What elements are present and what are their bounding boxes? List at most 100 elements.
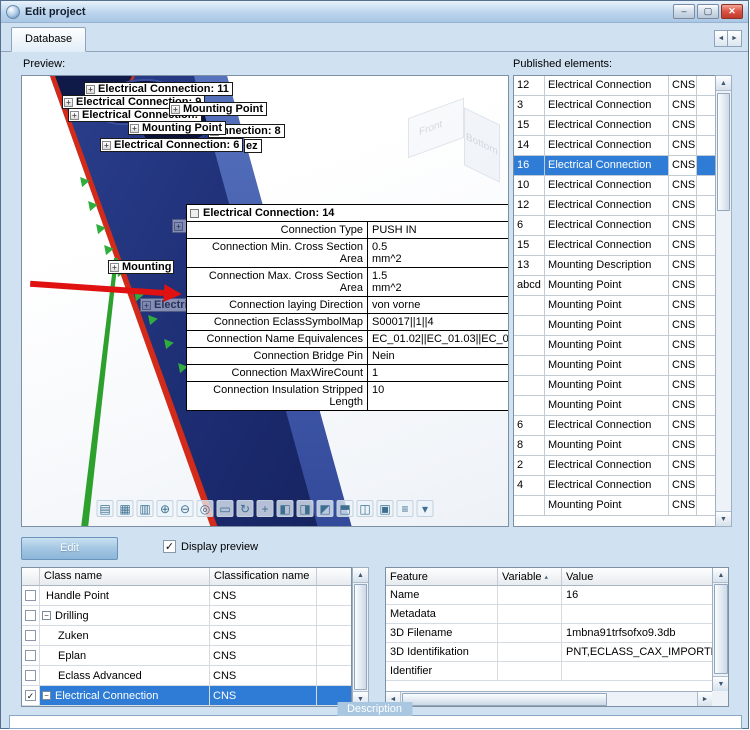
layers-panel-icon[interactable]: ▤ [96, 500, 114, 517]
class-checkbox-cell[interactable] [22, 666, 40, 685]
pan-view-icon[interactable]: + [256, 500, 274, 517]
collapse-icon[interactable]: − [42, 691, 51, 700]
edit-button[interactable]: Edit [21, 537, 118, 560]
published-element-row[interactable]: Mounting Point CNS [514, 376, 715, 396]
view-front-icon[interactable]: ◫ [356, 500, 374, 517]
feature-row[interactable]: 3D Identifikation PNT,ECLASS_CAX_IMPORTER… [386, 643, 712, 662]
published-element-row[interactable]: Mounting Point CNS [514, 496, 715, 516]
published-scrollbar[interactable]: ▲ ▼ [715, 75, 732, 527]
titlebar[interactable]: Edit project – ▢ ✕ [1, 1, 748, 23]
published-element-row[interactable]: 14 Electrical Connection CNS [514, 136, 715, 156]
tab-database[interactable]: Database [11, 27, 87, 52]
rotate-view-icon[interactable]: ↻ [236, 500, 254, 517]
view-iso-icon[interactable]: ◩ [316, 500, 334, 517]
published-element-row[interactable]: Mounting Point CNS [514, 356, 715, 376]
published-element-row[interactable]: 16 Electrical Connection CNS [514, 156, 715, 176]
scroll-thumb[interactable] [402, 693, 607, 706]
published-element-row[interactable]: 10 Electrical Connection CNS [514, 176, 715, 196]
minimize-icon[interactable]: – [673, 4, 695, 19]
feature-table-hscrollbar[interactable]: ◄ ► [386, 691, 712, 706]
class-checkbox-cell[interactable]: ✓ [22, 686, 40, 705]
class-row[interactable]: Eclass Advanced CNS [22, 666, 351, 686]
value-header[interactable]: Value [562, 568, 712, 586]
class-checkbox-cell[interactable] [22, 626, 40, 645]
scene-annotation-label[interactable]: + Mounting Point [169, 102, 268, 116]
feature-row[interactable]: Identifier [386, 662, 712, 681]
scroll-up-icon[interactable]: ▲ [353, 568, 368, 583]
checkbox-unchecked-icon[interactable] [25, 630, 36, 641]
published-element-row[interactable]: abcd Mounting Point CNS [514, 276, 715, 296]
published-element-row[interactable]: Mounting Point CNS [514, 316, 715, 336]
view-top-icon[interactable]: ⬒ [336, 500, 354, 517]
published-element-row[interactable]: 12 Electrical Connection CNS [514, 76, 715, 96]
maximize-icon[interactable]: ▢ [697, 4, 719, 19]
class-row[interactable]: Handle Point CNS [22, 586, 351, 606]
scene-annotation-label[interactable]: +Mounting De [108, 260, 174, 274]
tab-scroll-right-icon[interactable]: ► [728, 30, 742, 47]
class-table-scrollbar[interactable]: ▲ ▼ [352, 567, 369, 707]
class-checkbox-cell[interactable] [22, 646, 40, 665]
published-element-row[interactable]: 13 Mounting Description CNS [514, 256, 715, 276]
class-row[interactable]: Zuken CNS [22, 626, 351, 646]
published-element-row[interactable]: 15 Electrical Connection CNS [514, 236, 715, 256]
scroll-thumb[interactable] [354, 584, 367, 690]
scroll-up-icon[interactable]: ▲ [713, 568, 728, 583]
checkbox-unchecked-icon[interactable] [25, 590, 36, 601]
screenshot-icon[interactable]: ▣ [376, 500, 394, 517]
feature-table-vscrollbar[interactable]: ▲ ▼ [712, 568, 728, 691]
published-element-row[interactable]: 15 Electrical Connection CNS [514, 116, 715, 136]
more-options-icon[interactable]: ▾ [416, 500, 434, 517]
scene-annotation-label[interactable]: + Mounting Point [128, 121, 227, 135]
feature-row[interactable]: 3D Filename 1mbna91trfsofxo9.3db [386, 624, 712, 643]
checkbox-unchecked-icon[interactable] [25, 670, 36, 681]
published-element-row[interactable]: 3 Electrical Connection CNS [514, 96, 715, 116]
display-preview-checkbox[interactable]: ✓ Display preview [163, 540, 258, 553]
views-list-icon[interactable]: ▥ [136, 500, 154, 517]
class-row[interactable]: Eplan CNS [22, 646, 351, 666]
view-right-icon[interactable]: ◨ [296, 500, 314, 517]
zoom-fit-icon[interactable]: ◎ [196, 500, 214, 517]
class-row[interactable]: − Drilling CNS [22, 606, 351, 626]
checkbox-unchecked-icon[interactable] [25, 610, 36, 621]
scene-annotation-label[interactable]: + Electrical Connection: 6 [100, 138, 244, 152]
class-row[interactable]: ✓ − Electrical Connection CNS [22, 686, 351, 706]
class-name-header[interactable]: Class name [40, 568, 210, 586]
3d-preview-viewport[interactable]: Front Bottom + Electrical Connection: 11 +… [21, 75, 509, 527]
zoom-in-icon[interactable]: ⊕ [156, 500, 174, 517]
published-element-row[interactable]: 2 Electrical Connection CNS [514, 456, 715, 476]
scroll-down-icon[interactable]: ▼ [716, 511, 731, 526]
description-box[interactable] [9, 715, 742, 729]
checkbox-check-icon[interactable]: ✓ [163, 540, 176, 553]
display-options-icon[interactable]: ≡ [396, 500, 414, 517]
collapse-icon[interactable]: − [42, 611, 51, 620]
checkbox-checked-icon[interactable]: ✓ [25, 690, 36, 701]
published-element-row[interactable]: 4 Electrical Connection CNS [514, 476, 715, 496]
scroll-thumb[interactable] [717, 93, 730, 211]
zoom-out-icon[interactable]: ⊖ [176, 500, 194, 517]
scene-annotation-label[interactable]: + Electrical Connection: 11 [84, 82, 233, 96]
classification-name-header[interactable]: Classification name [210, 568, 317, 586]
model-tree-icon[interactable]: ▦ [116, 500, 134, 517]
close-icon[interactable]: ✕ [721, 4, 743, 19]
scroll-right-icon[interactable]: ► [697, 692, 712, 706]
scroll-up-icon[interactable]: ▲ [716, 76, 731, 91]
class-checkbox-cell[interactable] [22, 606, 40, 625]
published-element-row[interactable]: 6 Electrical Connection CNS [514, 216, 715, 236]
published-element-row[interactable]: Mounting Point CNS [514, 296, 715, 316]
class-checkbox-cell[interactable] [22, 586, 40, 605]
published-element-row[interactable]: Mounting Point CNS [514, 396, 715, 416]
published-element-row[interactable]: 6 Electrical Connection CNS [514, 416, 715, 436]
feature-row[interactable]: Name 16 [386, 586, 712, 605]
zoom-window-icon[interactable]: ▭ [216, 500, 234, 517]
published-element-row[interactable]: 8 Mounting Point CNS [514, 436, 715, 456]
scroll-down-icon[interactable]: ▼ [713, 676, 728, 691]
variable-header[interactable]: Variable ▴ [498, 568, 562, 586]
published-element-row[interactable]: Mounting Point CNS [514, 336, 715, 356]
tab-scroll-left-icon[interactable]: ◄ [714, 30, 728, 47]
checkbox-unchecked-icon[interactable] [25, 650, 36, 661]
feature-row[interactable]: Metadata [386, 605, 712, 624]
scroll-thumb[interactable] [714, 584, 728, 674]
published-element-row[interactable]: 12 Electrical Connection CNS [514, 196, 715, 216]
view-left-icon[interactable]: ◧ [276, 500, 294, 517]
feature-header[interactable]: Feature [386, 568, 498, 586]
